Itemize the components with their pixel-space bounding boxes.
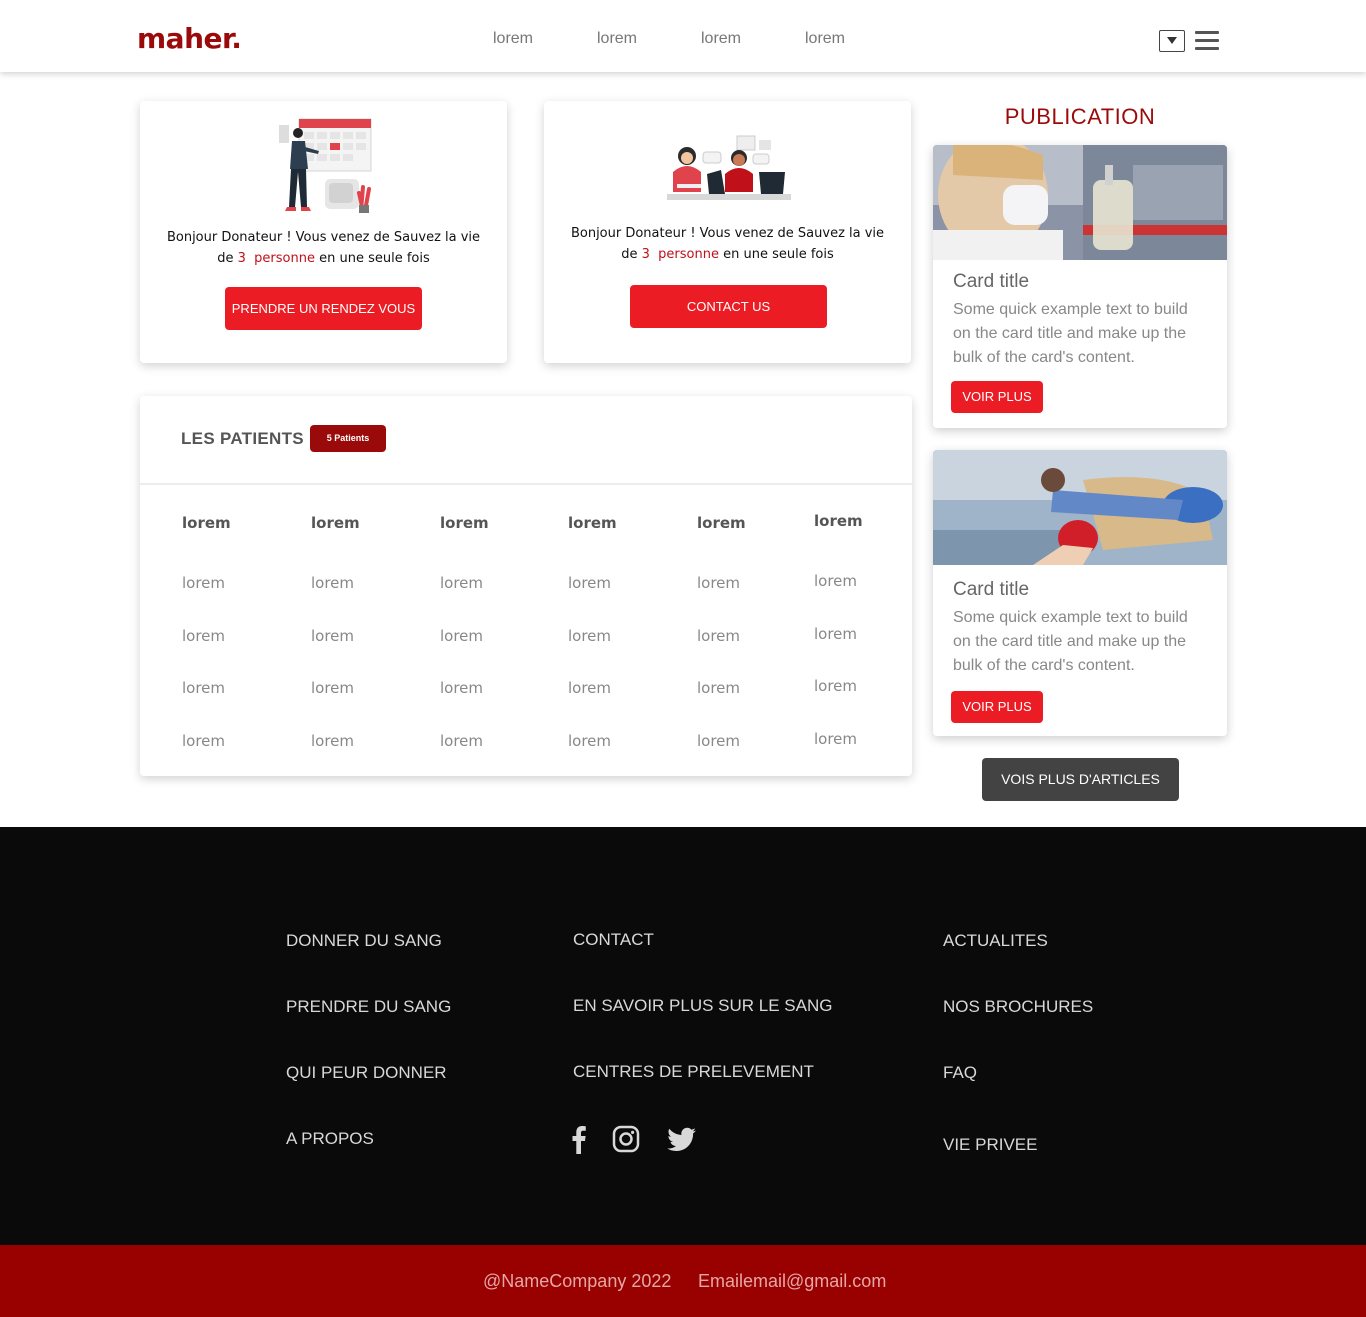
footer-link-vie-privee[interactable]: VIE PRIVEE: [943, 1135, 1037, 1155]
table-cell: lorem: [697, 679, 741, 697]
donor-card-appointment: Bonjour Donateur ! Vous venez de Sauvez …: [140, 101, 507, 363]
copyright-text: @NameCompany 2022: [483, 1271, 672, 1291]
donor-message-line2: de 3 personne en une seule fois: [217, 251, 430, 266]
card-text: Some quick example text to build on the …: [953, 609, 1188, 674]
table-cell: lorem: [814, 625, 858, 643]
nav-link-4[interactable]: lorem: [805, 30, 845, 48]
footer-link-en-savoir-plus[interactable]: EN SAVOIR PLUS SUR LE SANG: [573, 996, 832, 1016]
footer-link-qui-peur-donner[interactable]: QUI PEUR DONNER: [286, 1063, 447, 1083]
patients-title: LES PATIENTS: [181, 429, 304, 448]
table-header-cell: lorem: [311, 514, 360, 532]
footer-link-faq[interactable]: FAQ: [943, 1063, 977, 1083]
table-cell: lorem: [440, 679, 484, 697]
twitter-icon[interactable]: [666, 1124, 697, 1154]
contact-email-link[interactable]: Emailemail@gmail.com: [698, 1271, 886, 1292]
bottom-bar: [0, 1245, 1366, 1317]
table-cell: lorem: [440, 627, 484, 645]
table-cell: lorem: [568, 627, 612, 645]
table-cell: lorem: [182, 574, 226, 592]
footer-link-nos-brochures[interactable]: NOS BROCHURES: [943, 997, 1093, 1017]
table-cell: lorem: [440, 732, 484, 750]
footer-link-a-propos[interactable]: A PROPOS: [286, 1129, 374, 1149]
donor-message-line1: Bonjour Donateur ! Vous venez de Sauvez …: [570, 226, 885, 241]
footer-link-donner-du-sang[interactable]: DONNER DU SANG: [286, 931, 442, 951]
donor-card-contact: Bonjour Donateur ! Vous venez de Sauvez …: [544, 101, 911, 363]
voir-plus-button[interactable]: VOIR PLUS: [951, 381, 1043, 413]
contact-us-button[interactable]: CONTACT US: [630, 285, 827, 328]
blood-donation-photo-icon: [933, 450, 1227, 565]
dropdown-toggle-icon[interactable]: [1159, 30, 1185, 52]
publication-title: PUBLICATION: [1004, 104, 1156, 129]
table-cell: lorem: [697, 627, 741, 645]
table-header-cell: lorem: [814, 512, 863, 530]
table-header-cell: lorem: [182, 514, 231, 532]
card-title: Card title: [953, 271, 1030, 292]
nav-link-1[interactable]: lorem: [493, 30, 533, 48]
brand-logo[interactable]: maher.: [137, 22, 242, 55]
table-cell: lorem: [440, 574, 484, 592]
table-cell: lorem: [814, 677, 858, 695]
more-articles-button[interactable]: VOIS PLUS D'ARTICLES: [982, 758, 1179, 801]
table-cell: lorem: [311, 574, 355, 592]
table-cell: lorem: [568, 679, 612, 697]
table-cell: lorem: [697, 732, 741, 750]
call-center-illustration-icon: [667, 135, 791, 200]
table-cell: lorem: [814, 730, 858, 748]
table-cell: lorem: [311, 732, 355, 750]
table-cell: lorem: [182, 679, 226, 697]
navbar: maher. lorem lorem lorem lorem: [0, 0, 1366, 72]
book-appointment-button[interactable]: PRENDRE UN RENDEZ VOUS: [225, 287, 422, 330]
nav-link-3[interactable]: lorem: [701, 30, 741, 48]
footer-link-centres[interactable]: CENTRES DE PRELEVEMENT: [573, 1062, 814, 1082]
table-cell: lorem: [697, 574, 741, 592]
table-header-cell: lorem: [440, 514, 489, 532]
divider: [140, 483, 913, 485]
table-cell: lorem: [311, 679, 355, 697]
table-header-cell: lorem: [697, 514, 746, 532]
nav-link-2[interactable]: lorem: [597, 30, 637, 48]
footer-link-contact[interactable]: CONTACT: [573, 930, 654, 950]
card-title: Card title: [953, 579, 1030, 600]
publication-card-2: Card title Some quick example text to bu…: [933, 450, 1227, 736]
table-header-cell: lorem: [568, 514, 617, 532]
calendar-illustration-icon: [279, 118, 372, 213]
table-cell: lorem: [182, 732, 226, 750]
table-cell: lorem: [182, 627, 226, 645]
patients-count-badge: 5 Patients: [310, 425, 386, 452]
publication-card-1: Card title Some quick example text to bu…: [933, 145, 1227, 428]
donor-message-line1: Bonjour Donateur ! Vous venez de Sauvez …: [166, 230, 481, 245]
footer-link-prendre-du-sang[interactable]: PRENDRE DU SANG: [286, 997, 451, 1017]
table-cell: lorem: [568, 574, 612, 592]
footer-link-actualites[interactable]: ACTUALITES: [943, 931, 1048, 951]
table-cell: lorem: [814, 572, 858, 590]
instagram-icon[interactable]: [612, 1124, 640, 1154]
donor-message-line2: de 3 personne en une seule fois: [621, 247, 834, 262]
voir-plus-button[interactable]: VOIR PLUS: [951, 691, 1043, 723]
table-cell: lorem: [311, 627, 355, 645]
lab-photo-icon: [933, 145, 1227, 260]
facebook-icon[interactable]: [571, 1124, 587, 1154]
table-cell: lorem: [568, 732, 612, 750]
hamburger-menu-icon[interactable]: [1195, 30, 1219, 52]
patients-card: LES PATIENTS 5 Patients lorem lorem lore…: [140, 396, 913, 776]
footer: [0, 827, 1366, 1245]
card-text: Some quick example text to build on the …: [953, 301, 1188, 366]
